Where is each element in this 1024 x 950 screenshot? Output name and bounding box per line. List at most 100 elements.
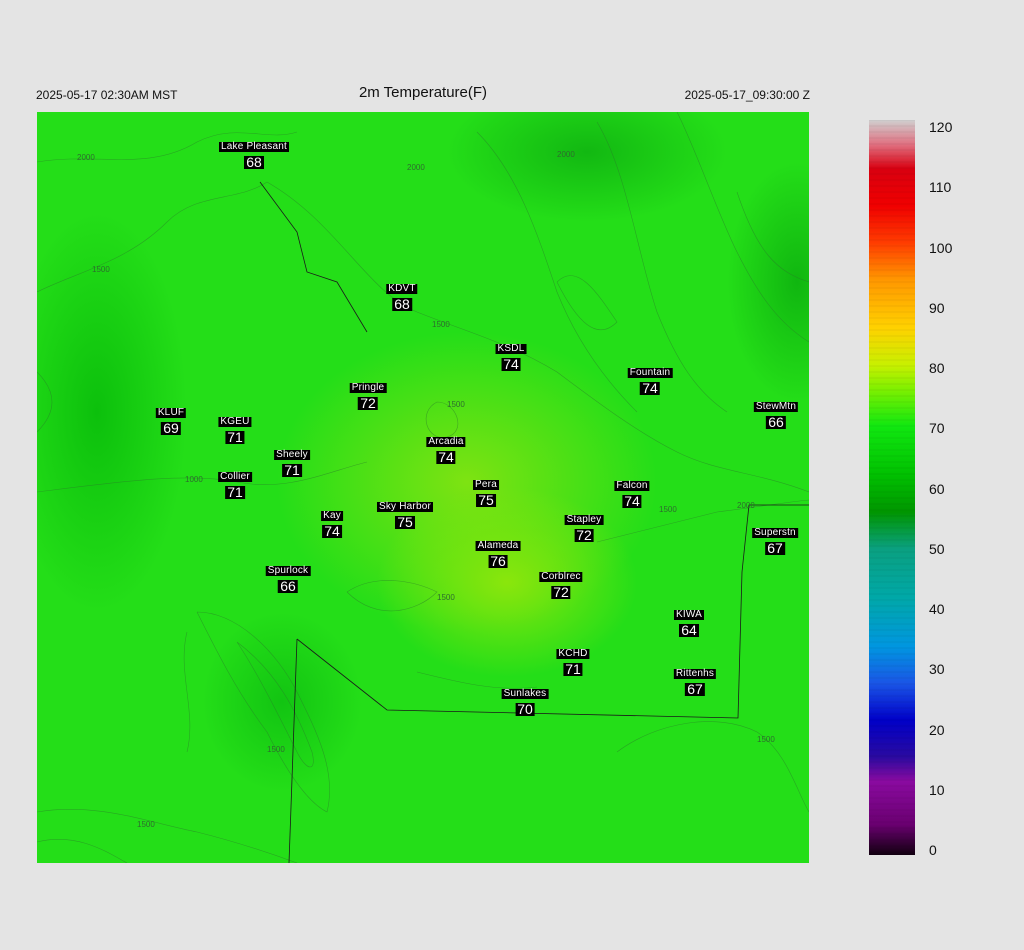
station-name: Collier [218, 471, 252, 482]
station-temperature: 74 [622, 493, 642, 509]
map-overlay: 2000 2000 2000 1500 1500 1500 1000 1500 2000 1500… [37, 112, 809, 863]
station-name: Kay [321, 510, 343, 521]
station-temperature: 72 [358, 395, 378, 411]
colorbar-tick-label: 30 [929, 661, 945, 678]
station-sheely[interactable]: Sheely 71 [274, 450, 310, 477]
colorbar-tick-label: 20 [929, 721, 945, 738]
station-name: Lake Pleasant [219, 141, 289, 152]
station-sunlakes[interactable]: Sunlakes 70 [501, 689, 549, 717]
station-kgeu[interactable]: KGEU 71 [218, 416, 252, 445]
contour-label: 1500 [659, 505, 677, 514]
station-kluf[interactable]: KLUF 69 [155, 407, 187, 436]
colorbar-tick-label: 80 [929, 360, 945, 376]
station-stapley[interactable]: Stapley 72 [564, 514, 604, 543]
station-temperature: 74 [436, 449, 456, 465]
contour-label: 1500 [757, 735, 775, 744]
station-temperature: 70 [515, 701, 535, 717]
station-temperature: 74 [322, 523, 342, 539]
contour-label: 1500 [432, 320, 450, 329]
station-name: Sheely [274, 449, 310, 460]
station-superstn[interactable]: Superstn 67 [752, 528, 798, 555]
station-temperature: 68 [244, 154, 264, 170]
station-name: Alameda [475, 540, 521, 551]
contour-label: 1500 [267, 745, 285, 754]
station-temperature: 71 [563, 661, 583, 677]
station-name: KDVT [386, 283, 418, 294]
colorbar [869, 120, 915, 855]
station-name: KLUF [155, 407, 187, 418]
contour-label: 2000 [407, 163, 425, 172]
contour-label: 2000 [737, 501, 755, 510]
colorbar-tick-label: 10 [929, 781, 945, 798]
contour-label: 1500 [437, 593, 455, 602]
station-stewmtn[interactable]: StewMtn 66 [753, 401, 799, 430]
colorbar-tick-label: 0 [929, 842, 937, 858]
temperature-map[interactable]: 2000 2000 2000 1500 1500 1500 1000 1500 2000 1500… [37, 112, 809, 863]
colorbar-tick-label: 70 [929, 420, 945, 437]
station-name: Pringle [349, 382, 387, 393]
station-pringle[interactable]: Pringle 72 [349, 382, 387, 411]
station-temperature: 66 [278, 578, 298, 594]
station-name: KCHD [556, 648, 590, 659]
colorbar-tick-label: 40 [929, 601, 945, 617]
station-name: Falcon [614, 480, 650, 491]
colorbar-gradient [869, 120, 915, 855]
utc-timestamp: 2025-05-17_09:30:00 Z [684, 88, 810, 102]
station-pera[interactable]: Pera 75 [473, 480, 499, 507]
station-kchd[interactable]: KCHD 71 [556, 648, 590, 677]
station-temperature: 74 [640, 380, 660, 396]
terrain-contours [37, 112, 809, 863]
station-kay[interactable]: Kay 74 [321, 511, 343, 538]
contour-label: 1000 [185, 475, 203, 484]
colorbar-tick-label: 100 [929, 239, 953, 256]
station-name: KIWA [674, 609, 704, 620]
station-fountain[interactable]: Fountain 74 [627, 367, 673, 396]
station-temperature: 67 [765, 540, 785, 556]
contour-label: 1500 [137, 820, 155, 829]
station-temperature: 71 [225, 484, 245, 500]
station-temperature: 69 [161, 420, 181, 436]
station-name: KSDL [495, 343, 527, 354]
contour-label: 1500 [92, 265, 110, 274]
station-temperature: 68 [392, 296, 412, 312]
colorbar-tick-label: 60 [929, 480, 945, 497]
station-name: Rittenhs [673, 668, 717, 679]
station-temperature: 64 [679, 622, 699, 638]
station-name: Superstn [752, 527, 798, 538]
station-temperature: 74 [501, 356, 521, 372]
station-name: Fountain [627, 367, 673, 378]
station-temperature: 66 [766, 414, 786, 430]
station-temperature: 71 [282, 462, 302, 478]
station-name: Stapley [564, 514, 604, 525]
station-ksdl[interactable]: KSDL 74 [495, 343, 527, 372]
station-temperature: 75 [395, 514, 415, 530]
station-corblrec[interactable]: Corblrec 72 [539, 572, 583, 600]
station-falcon[interactable]: Falcon 74 [614, 480, 650, 509]
station-spurlock[interactable]: Spurlock 66 [265, 565, 311, 594]
station-arcadia[interactable]: Arcadia 74 [426, 436, 466, 465]
station-temperature: 75 [476, 492, 496, 508]
station-rittenhs[interactable]: Rittenhs 67 [673, 668, 717, 697]
station-alameda[interactable]: Alameda 76 [475, 540, 521, 569]
station-sky-harbor[interactable]: Sky Harbor 75 [376, 501, 434, 530]
station-collier[interactable]: Collier 71 [218, 472, 252, 499]
colorbar-tick-label: 120 [929, 119, 953, 135]
station-temperature: 76 [488, 553, 508, 569]
contour-label: 1500 [447, 400, 465, 409]
station-name: Sky Harbor [376, 501, 434, 512]
station-name: Spurlock [265, 565, 311, 576]
station-name: StewMtn [753, 401, 799, 412]
station-temperature: 71 [225, 429, 245, 445]
colorbar-tick-label: 50 [929, 540, 945, 557]
station-kiwa[interactable]: KIWA 64 [674, 610, 704, 637]
contour-label: 2000 [77, 153, 95, 162]
station-name: Arcadia [426, 436, 466, 447]
contour-label: 2000 [557, 150, 575, 159]
station-lake-pleasant[interactable]: Lake Pleasant 68 [219, 142, 289, 169]
station-name: KGEU [218, 416, 252, 427]
station-temperature: 72 [574, 527, 594, 543]
station-temperature: 72 [551, 584, 571, 600]
station-kdvt[interactable]: KDVT 68 [386, 283, 418, 312]
station-temperature: 67 [685, 681, 705, 697]
station-name: Pera [473, 479, 499, 490]
